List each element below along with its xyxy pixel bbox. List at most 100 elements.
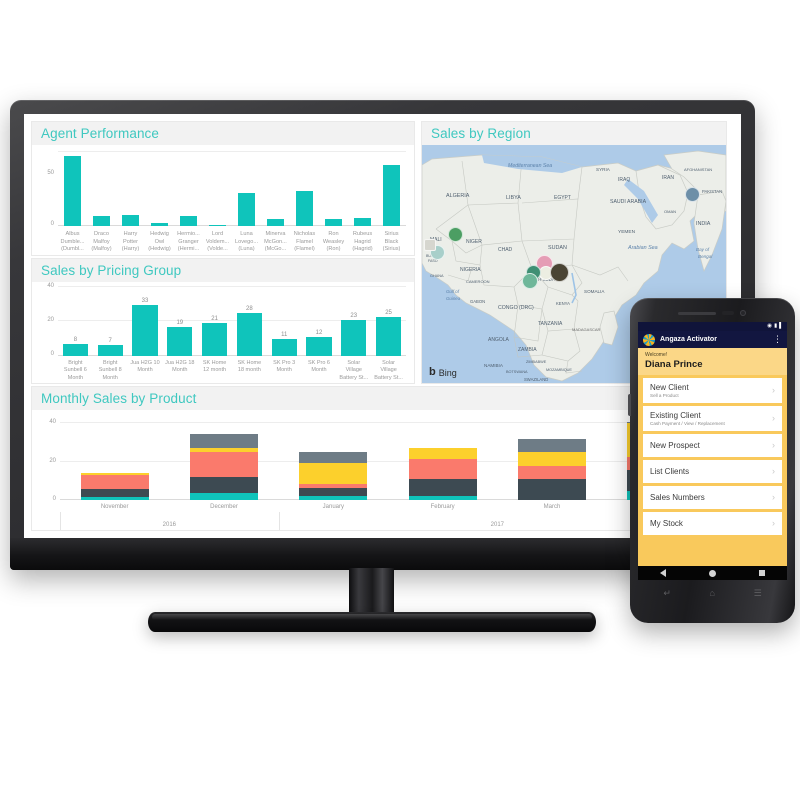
bar-segment[interactable] <box>190 451 258 477</box>
bar[interactable] <box>92 216 111 226</box>
map-bubble[interactable] <box>424 239 436 251</box>
phone-menu-item[interactable]: Existing Client Cash Payment / View / Rep… <box>643 406 782 431</box>
bar-segment[interactable] <box>299 487 368 497</box>
agent-bar-column[interactable] <box>319 151 348 226</box>
panel-agent-performance[interactable]: Agent Performance 50 0 Albus Dumble... (Du… <box>32 122 414 255</box>
bar-segment[interactable] <box>408 496 477 500</box>
hw-home-icon[interactable]: ⌂ <box>710 588 715 598</box>
bar-segment[interactable] <box>408 448 477 460</box>
pricing-bar-column[interactable]: 28 <box>232 294 267 356</box>
bar[interactable] <box>271 338 297 356</box>
map-bubble[interactable] <box>448 227 463 242</box>
agent-bar-column[interactable] <box>145 151 174 226</box>
pricing-category-label: Bright Sunbell 6 Month <box>63 360 87 381</box>
map-bubble[interactable] <box>522 273 538 289</box>
pricing-bar-column[interactable]: 8 <box>58 294 93 356</box>
pricing-bar-column[interactable]: 21 <box>197 294 232 356</box>
recents-icon[interactable] <box>759 570 766 576</box>
pricing-bar-column[interactable]: 7 <box>93 294 128 356</box>
agent-bar-column[interactable] <box>116 151 145 226</box>
bar-segment[interactable] <box>190 492 258 500</box>
bar[interactable] <box>63 156 82 226</box>
phone-side-button[interactable] <box>628 394 631 416</box>
bar[interactable] <box>150 223 169 226</box>
bar[interactable] <box>202 323 228 356</box>
agent-bar-column[interactable] <box>290 151 319 226</box>
stacked-bar[interactable] <box>80 473 149 500</box>
bar[interactable] <box>353 217 372 226</box>
agent-bar-column[interactable] <box>348 151 377 226</box>
agent-bar-column[interactable] <box>232 151 261 226</box>
bar[interactable] <box>382 164 401 226</box>
bar[interactable] <box>236 312 262 356</box>
hw-back-icon[interactable]: ↵ <box>663 588 671 599</box>
phone-menu-item[interactable]: My Stock › <box>643 512 782 535</box>
overflow-menu-icon[interactable]: ⋮ <box>773 335 782 344</box>
bar-segment[interactable] <box>299 462 368 484</box>
pricing-bar-column[interactable]: 25 <box>371 294 406 356</box>
monthly-bar-column[interactable] <box>279 418 388 500</box>
stacked-bar[interactable] <box>190 434 258 500</box>
home-icon[interactable] <box>708 569 716 577</box>
bar-segment[interactable] <box>299 451 368 463</box>
bar[interactable] <box>62 343 88 356</box>
bar-segment[interactable] <box>190 434 258 449</box>
bar-segment[interactable] <box>408 459 477 479</box>
bar-segment[interactable] <box>518 478 586 500</box>
agent-bar-column[interactable] <box>58 151 87 226</box>
monthly-bar-column[interactable] <box>169 418 278 500</box>
monthly-bar-column[interactable] <box>60 418 169 500</box>
bar-segment[interactable] <box>408 478 477 497</box>
phone-menu-item[interactable]: List Clients › <box>643 460 782 483</box>
pricing-bar-column[interactable]: 23 <box>336 294 371 356</box>
bar[interactable] <box>132 304 158 356</box>
agent-bar-column[interactable] <box>174 151 203 226</box>
bar[interactable] <box>167 326 193 356</box>
pricing-bar-column[interactable]: 12 <box>302 294 337 356</box>
bar[interactable] <box>341 320 367 356</box>
map-bubble[interactable] <box>685 187 700 202</box>
bar[interactable] <box>237 193 256 226</box>
bing-logo[interactable]: b Bing <box>429 367 457 378</box>
agent-bar-column[interactable] <box>377 151 406 226</box>
pricing-bar-column[interactable]: 33 <box>128 294 163 356</box>
phone-menu-item[interactable]: New Client Sell a Product › <box>643 378 782 403</box>
bar-segment[interactable] <box>80 497 149 500</box>
hw-menu-icon[interactable]: ☰ <box>754 588 762 599</box>
panel-sales-by-pricing-group[interactable]: Sales by Pricing Group 8 7 33 19 21 28 11 12 23 2… <box>32 259 414 383</box>
bar[interactable] <box>97 345 123 356</box>
bar[interactable] <box>121 215 140 226</box>
pricing-category-label: SK Pro 3 Month <box>273 360 296 374</box>
pricing-category-label: SK Pro 6 Month <box>307 360 330 374</box>
agent-bar-column[interactable] <box>261 151 290 226</box>
bar-segment[interactable] <box>518 466 586 479</box>
bar[interactable] <box>376 317 402 356</box>
bar-segment[interactable] <box>518 451 586 467</box>
monthly-bar-column[interactable] <box>388 418 497 500</box>
agent-bar-column[interactable] <box>87 151 116 226</box>
bar-segment[interactable] <box>80 475 149 490</box>
bar[interactable] <box>208 224 227 226</box>
bar-segment[interactable] <box>190 476 258 493</box>
bar-segment[interactable] <box>299 496 368 500</box>
stacked-bar[interactable] <box>299 451 368 500</box>
bar[interactable] <box>324 219 343 226</box>
bar[interactable] <box>266 219 285 226</box>
pricing-bar-column[interactable]: 11 <box>267 294 302 356</box>
monthly-bar-column[interactable] <box>497 418 606 500</box>
bar[interactable] <box>295 190 314 226</box>
bar[interactable] <box>179 216 198 226</box>
bar[interactable] <box>306 337 332 356</box>
bar-segment[interactable] <box>80 489 149 498</box>
back-icon[interactable] <box>659 569 666 577</box>
stacked-bar[interactable] <box>518 439 586 500</box>
panel-monthly-sales-by-product[interactable]: Monthly Sales by Product 40 20 0 Novembe… <box>32 387 726 530</box>
pricing-bar-column[interactable]: 19 <box>162 294 197 356</box>
svg-text:INDIA: INDIA <box>696 221 711 227</box>
agent-bar-column[interactable] <box>203 151 232 226</box>
map-bubble[interactable] <box>550 263 569 282</box>
phone-menu-item[interactable]: Sales Numbers › <box>643 486 782 509</box>
phone-menu-item[interactable]: New Prospect › <box>643 434 782 457</box>
stacked-bar[interactable] <box>408 448 477 500</box>
bar-segment[interactable] <box>518 439 586 452</box>
